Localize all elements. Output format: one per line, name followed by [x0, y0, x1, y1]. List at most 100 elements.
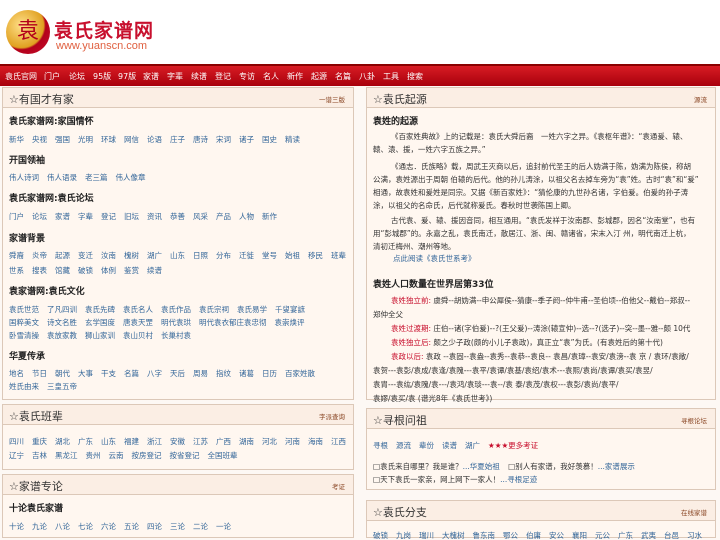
- link[interactable]: 明代袁珙: [161, 318, 191, 327]
- panel-more-link[interactable]: 在线家谱: [681, 507, 707, 517]
- link[interactable]: 始祖: [285, 251, 300, 260]
- link[interactable]: 国史: [262, 135, 277, 144]
- link[interactable]: 门户: [9, 212, 24, 221]
- link[interactable]: 了凡四训: [47, 305, 77, 314]
- nav-item[interactable]: 名篇: [335, 71, 351, 82]
- link[interactable]: 地名: [9, 369, 24, 378]
- link[interactable]: 吉林: [32, 451, 47, 460]
- link[interactable]: 习水: [687, 531, 702, 540]
- site-logo[interactable]: 袁: [6, 10, 50, 54]
- link[interactable]: 老三篇: [85, 173, 108, 182]
- link[interactable]: 江西: [331, 437, 346, 446]
- link[interactable]: 舜裔: [9, 251, 24, 260]
- link[interactable]: 湖北: [55, 437, 70, 446]
- link[interactable]: 分布: [216, 251, 231, 260]
- link[interactable]: 长巢村袁: [161, 331, 191, 340]
- link[interactable]: 起源: [55, 251, 70, 260]
- link[interactable]: 袁山贝村: [123, 331, 153, 340]
- link[interactable]: 安徽: [170, 437, 185, 446]
- link[interactable]: 搜表: [32, 266, 47, 275]
- link[interactable]: 卧雪清操: [9, 331, 39, 340]
- link[interactable]: 辈份: [419, 441, 434, 450]
- link[interactable]: 广东: [78, 437, 93, 446]
- link[interactable]: 四川: [9, 437, 24, 446]
- panel-more-link[interactable]: 字派查询: [319, 411, 345, 421]
- link[interactable]: 大槐树: [442, 531, 465, 540]
- link[interactable]: 千叟宴謶: [275, 305, 305, 314]
- link[interactable]: 安公: [549, 531, 564, 540]
- link[interactable]: 九论: [32, 522, 47, 531]
- panel-more-link[interactable]: 源流: [694, 94, 707, 104]
- link[interactable]: 字辈: [78, 212, 93, 221]
- link[interactable]: 重庆: [32, 437, 47, 446]
- link[interactable]: 唐诗: [193, 135, 208, 144]
- nav-item[interactable]: 登记: [215, 71, 231, 82]
- link[interactable]: 黑龙江: [55, 451, 78, 460]
- link[interactable]: 辽宁: [9, 451, 24, 460]
- nav-item[interactable]: 袁氏官网: [5, 71, 37, 82]
- link[interactable]: 汝南: [101, 251, 116, 260]
- panel-more-link[interactable]: 考证: [332, 481, 345, 491]
- link[interactable]: 湖广: [147, 251, 162, 260]
- link[interactable]: 论语: [147, 135, 162, 144]
- link[interactable]: 十论: [9, 522, 24, 531]
- link[interactable]: 袁氏世范: [9, 305, 39, 314]
- link[interactable]: 馆藏: [55, 266, 70, 275]
- link[interactable]: 源流: [396, 441, 411, 450]
- link[interactable]: 袁氏名人: [123, 305, 153, 314]
- link[interactable]: 袁氏作品: [161, 305, 191, 314]
- link[interactable]: 变迁: [78, 251, 93, 260]
- link[interactable]: 伯庸: [526, 531, 541, 540]
- nav-item[interactable]: 名人: [263, 71, 279, 82]
- link[interactable]: 天后: [170, 369, 185, 378]
- nav-item[interactable]: 续谱: [191, 71, 207, 82]
- link[interactable]: 姓氏由来: [9, 382, 39, 391]
- link[interactable]: 九岗: [396, 531, 411, 540]
- link[interactable]: 家谱: [55, 212, 70, 221]
- link[interactable]: 诸子: [239, 135, 254, 144]
- link[interactable]: 班辈: [331, 251, 346, 260]
- link[interactable]: 破锁: [373, 531, 388, 540]
- link[interactable]: 体例: [101, 266, 116, 275]
- link[interactable]: 伟人语录: [47, 173, 77, 182]
- link[interactable]: 袁崇焕评: [275, 318, 305, 327]
- link[interactable]: 海南: [308, 437, 323, 446]
- link[interactable]: 山东: [101, 437, 116, 446]
- link[interactable]: 袁氏易学: [237, 305, 267, 314]
- link[interactable]: 强国: [55, 135, 70, 144]
- link[interactable]: 风采: [193, 212, 208, 221]
- link[interactable]: 玄学国度: [85, 318, 115, 327]
- link[interactable]: 周易: [193, 369, 208, 378]
- link[interactable]: 全国班辈: [208, 451, 238, 460]
- link[interactable]: 续谱: [147, 266, 162, 275]
- nav-item[interactable]: 新作: [287, 71, 303, 82]
- link[interactable]: 宋词: [216, 135, 231, 144]
- link[interactable]: 狮山家训: [85, 331, 115, 340]
- nav-item[interactable]: 95版: [93, 71, 111, 82]
- link[interactable]: ...寻根足迹: [500, 475, 537, 484]
- link[interactable]: 指纹: [216, 369, 231, 378]
- nav-item[interactable]: 起源: [311, 71, 327, 82]
- link[interactable]: 光明: [78, 135, 93, 144]
- link[interactable]: 按房登记: [132, 451, 162, 460]
- link[interactable]: 明代袁衣郁庄袁忠彻: [199, 318, 267, 327]
- link[interactable]: 四论: [147, 522, 162, 531]
- link[interactable]: 诗文名胜: [47, 318, 77, 327]
- link[interactable]: 新华: [9, 135, 24, 144]
- link[interactable]: 三皇五帝: [47, 382, 77, 391]
- link[interactable]: 一论: [216, 522, 231, 531]
- link[interactable]: 山东: [170, 251, 185, 260]
- nav-item[interactable]: 门户: [44, 71, 60, 82]
- link[interactable]: 日历: [262, 369, 277, 378]
- panel-more-link[interactable]: 一谱三版: [319, 94, 345, 104]
- nav-item[interactable]: 专访: [239, 71, 255, 82]
- link[interactable]: 广东: [618, 531, 633, 540]
- site-title[interactable]: 袁氏家谱网: [54, 16, 154, 43]
- link[interactable]: 鉴赏: [124, 266, 139, 275]
- link[interactable]: 五论: [124, 522, 139, 531]
- link[interactable]: 唐袁天罡: [123, 318, 153, 327]
- nav-item[interactable]: 八卦: [359, 71, 375, 82]
- link[interactable]: 江苏: [193, 437, 208, 446]
- nav-item[interactable]: 字辈: [167, 71, 183, 82]
- link[interactable]: 精读: [285, 135, 300, 144]
